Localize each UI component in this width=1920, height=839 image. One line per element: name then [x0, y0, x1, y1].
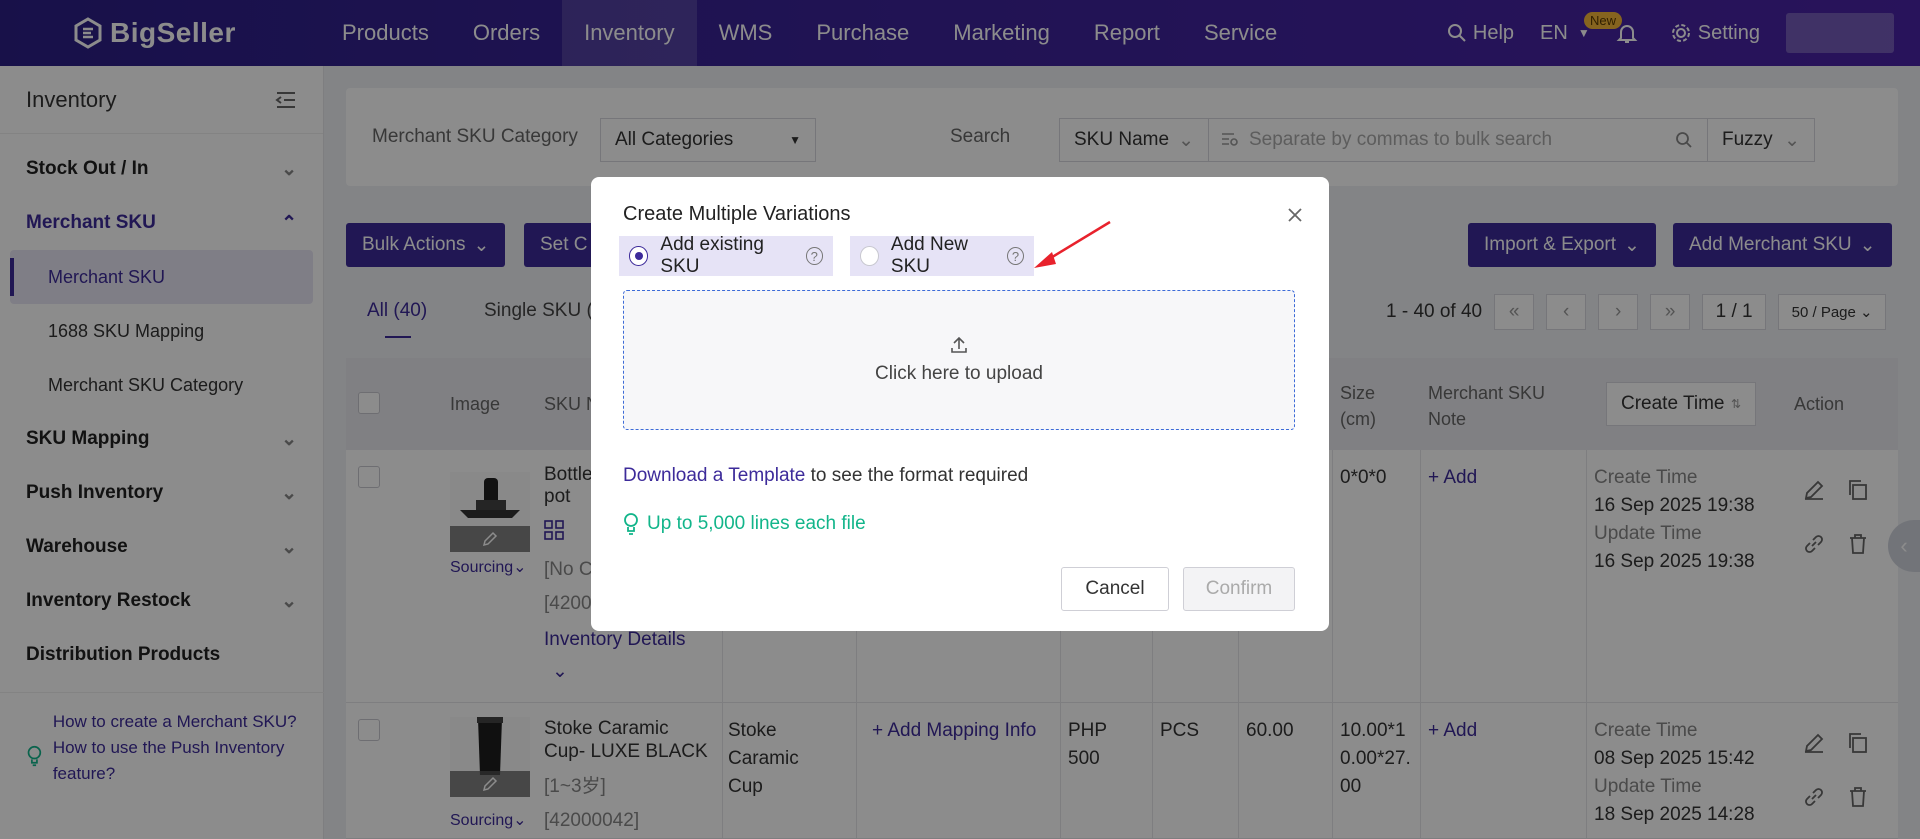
- help-circle-icon[interactable]: ?: [1006, 247, 1024, 265]
- option-existing-label: Add existing SKU: [660, 234, 764, 277]
- template-description: to see the format required: [805, 465, 1029, 486]
- upload-text: Click here to upload: [875, 363, 1043, 384]
- help-circle-icon[interactable]: ?: [805, 247, 823, 265]
- dialog-title: Create Multiple Variations: [623, 203, 851, 225]
- upload-dropzone[interactable]: Click here to upload: [623, 290, 1295, 430]
- upload-icon: [951, 336, 967, 353]
- option-existing-sku[interactable]: Add existing SKU ?: [619, 234, 833, 277]
- upload-limit-text: Up to 5,000 lines each file: [647, 513, 866, 534]
- confirm-button[interactable]: Confirm: [1183, 567, 1295, 611]
- lightbulb-icon: [624, 513, 638, 535]
- option-new-sku[interactable]: Add New SKU ?: [850, 234, 1034, 277]
- radio-new[interactable]: [860, 246, 879, 266]
- create-variations-dialog: Create Multiple Variations Add existing …: [591, 177, 1329, 631]
- cancel-button[interactable]: Cancel: [1061, 567, 1169, 611]
- upload-limit-tip: Up to 5,000 lines each file: [623, 513, 866, 535]
- radio-existing[interactable]: [629, 246, 649, 266]
- annotation-arrow-icon: [1034, 220, 1111, 268]
- download-template-link[interactable]: Download a Template: [623, 465, 805, 486]
- option-new-label: Add New SKU: [890, 234, 969, 277]
- close-icon[interactable]: [1283, 203, 1307, 227]
- template-line: Download a Template to see the format re…: [623, 465, 1028, 487]
